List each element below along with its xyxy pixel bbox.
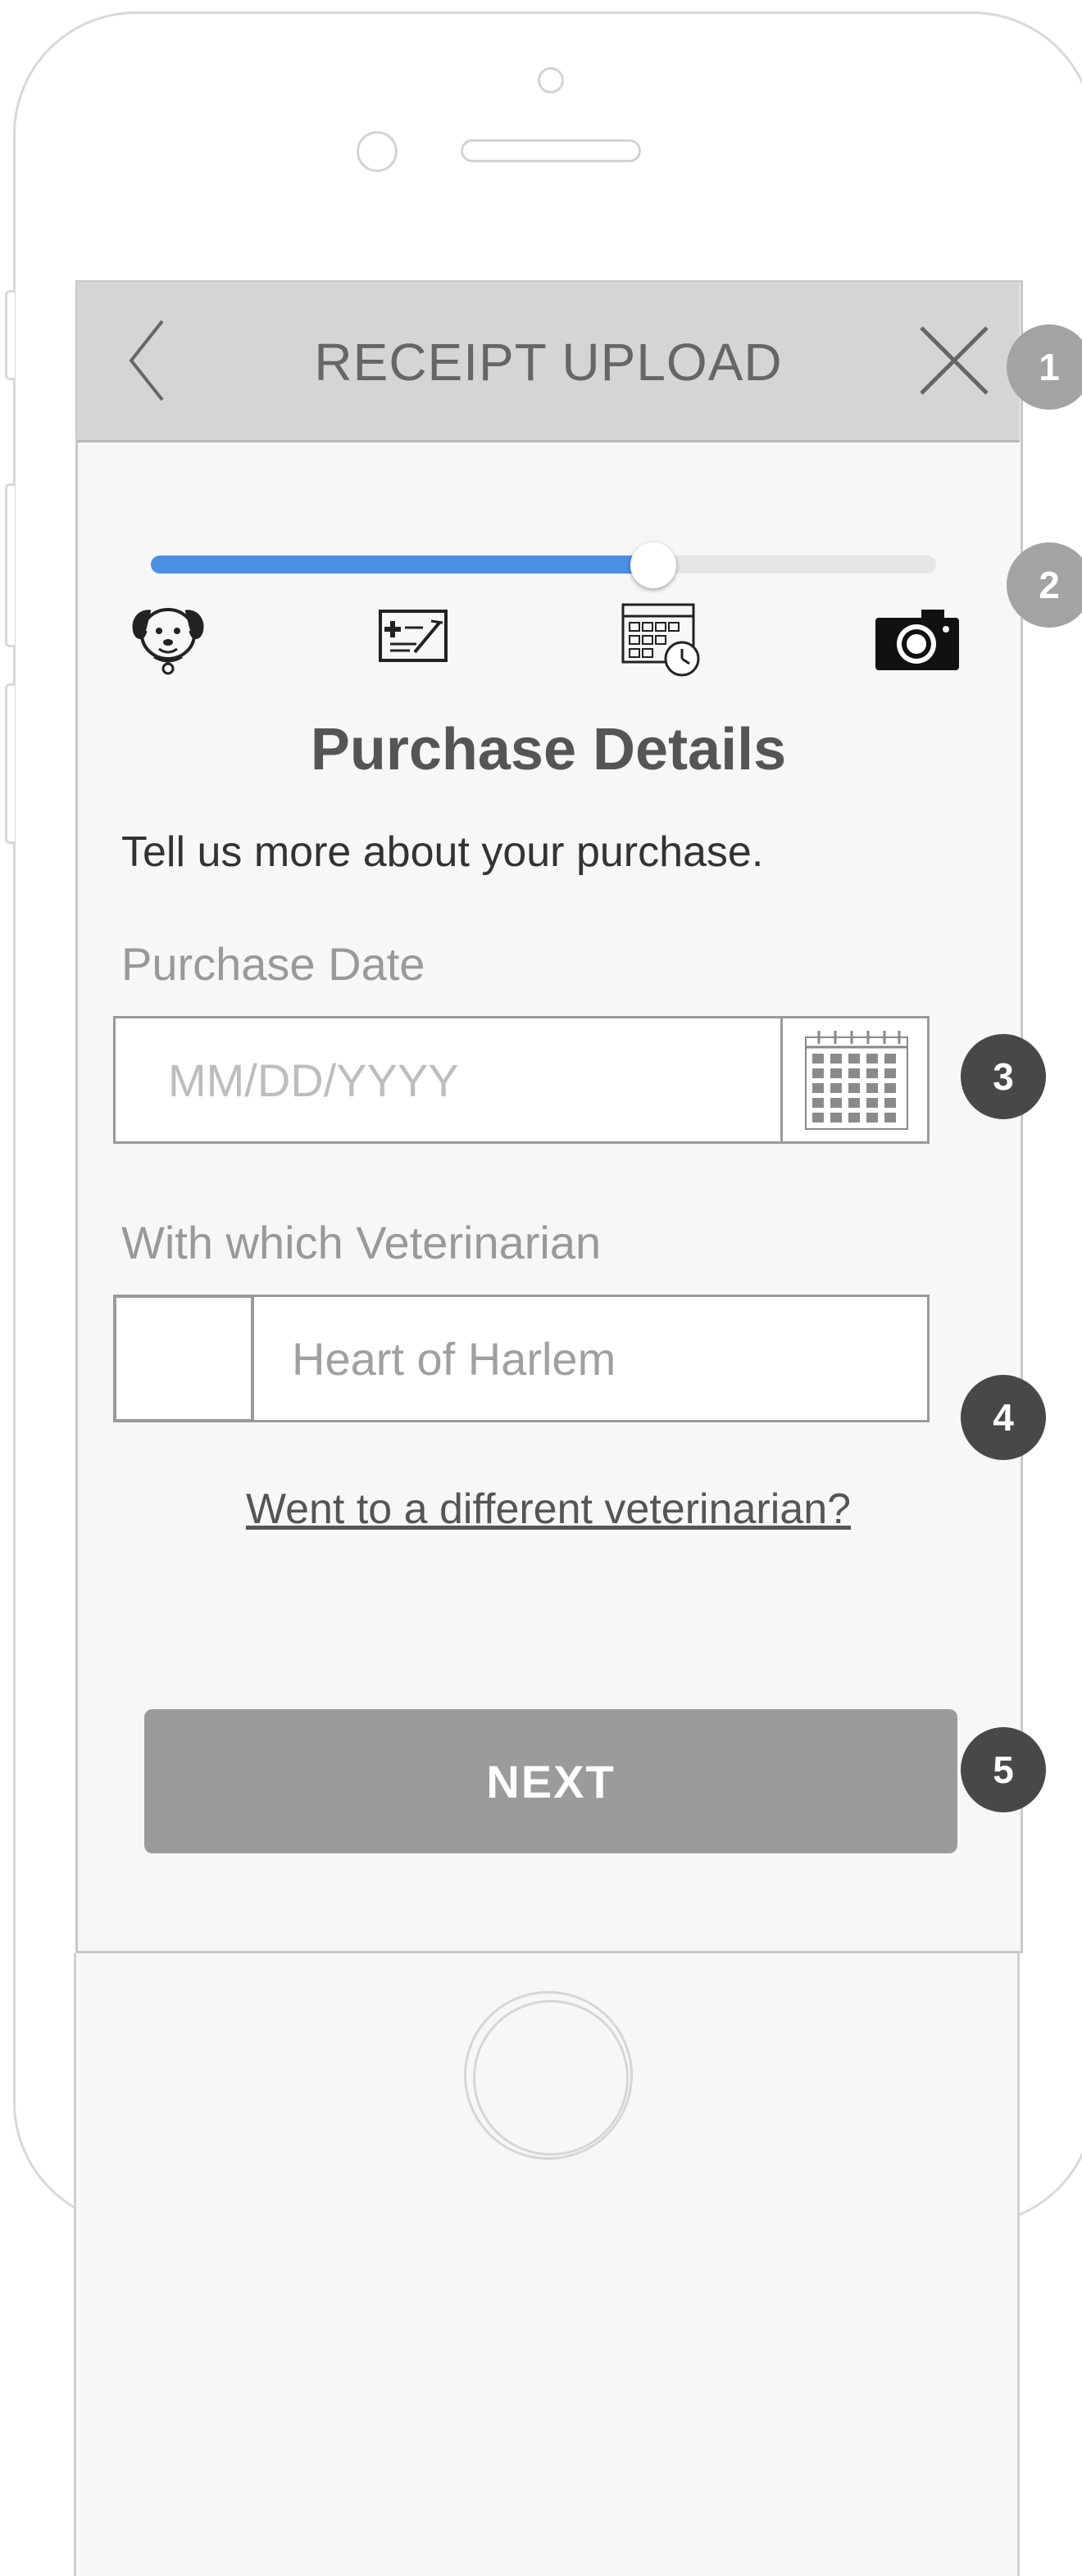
purchase-date-input[interactable]: [116, 1018, 780, 1141]
earpiece-speaker: [461, 139, 641, 162]
annotation-marker-4: 4: [961, 1375, 1046, 1460]
annotation-marker-3: 3: [961, 1034, 1046, 1119]
close-icon[interactable]: [916, 323, 992, 398]
instruction-text: Tell us more about your purchase.: [121, 828, 764, 876]
page-title: RECEIPT UPLOAD: [314, 333, 783, 392]
veterinarian-checkbox[interactable]: [113, 1295, 254, 1422]
phone-side-button: [5, 290, 15, 380]
front-camera: [538, 67, 564, 93]
home-button[interactable]: [464, 1991, 633, 2160]
annotation-marker-5: 5: [961, 1727, 1046, 1812]
medical-form-icon[interactable]: [374, 593, 464, 683]
chevron-left-icon[interactable]: [123, 316, 172, 405]
calendar-clock-icon[interactable]: [616, 593, 707, 683]
phone-side-button: [5, 683, 15, 844]
calendar-button[interactable]: [780, 1016, 930, 1144]
different-vet-link[interactable]: Went to a different veterinarian?: [77, 1485, 1020, 1534]
next-button[interactable]: NEXT: [144, 1709, 957, 1853]
phone-side-button: [5, 483, 15, 647]
pet-icon[interactable]: [123, 593, 213, 683]
proximity-sensor: [357, 131, 398, 172]
veterinarian-input[interactable]: [257, 1297, 926, 1420]
calendar-icon: [801, 1026, 912, 1138]
purchase-date-label: Purchase Date: [121, 938, 425, 990]
progress-fill: [151, 556, 654, 574]
progress-thumb[interactable]: [630, 542, 677, 588]
section-title: Purchase Details: [310, 717, 787, 782]
veterinarian-label: With which Veterinarian: [121, 1217, 602, 1268]
camera-icon[interactable]: [872, 593, 962, 683]
